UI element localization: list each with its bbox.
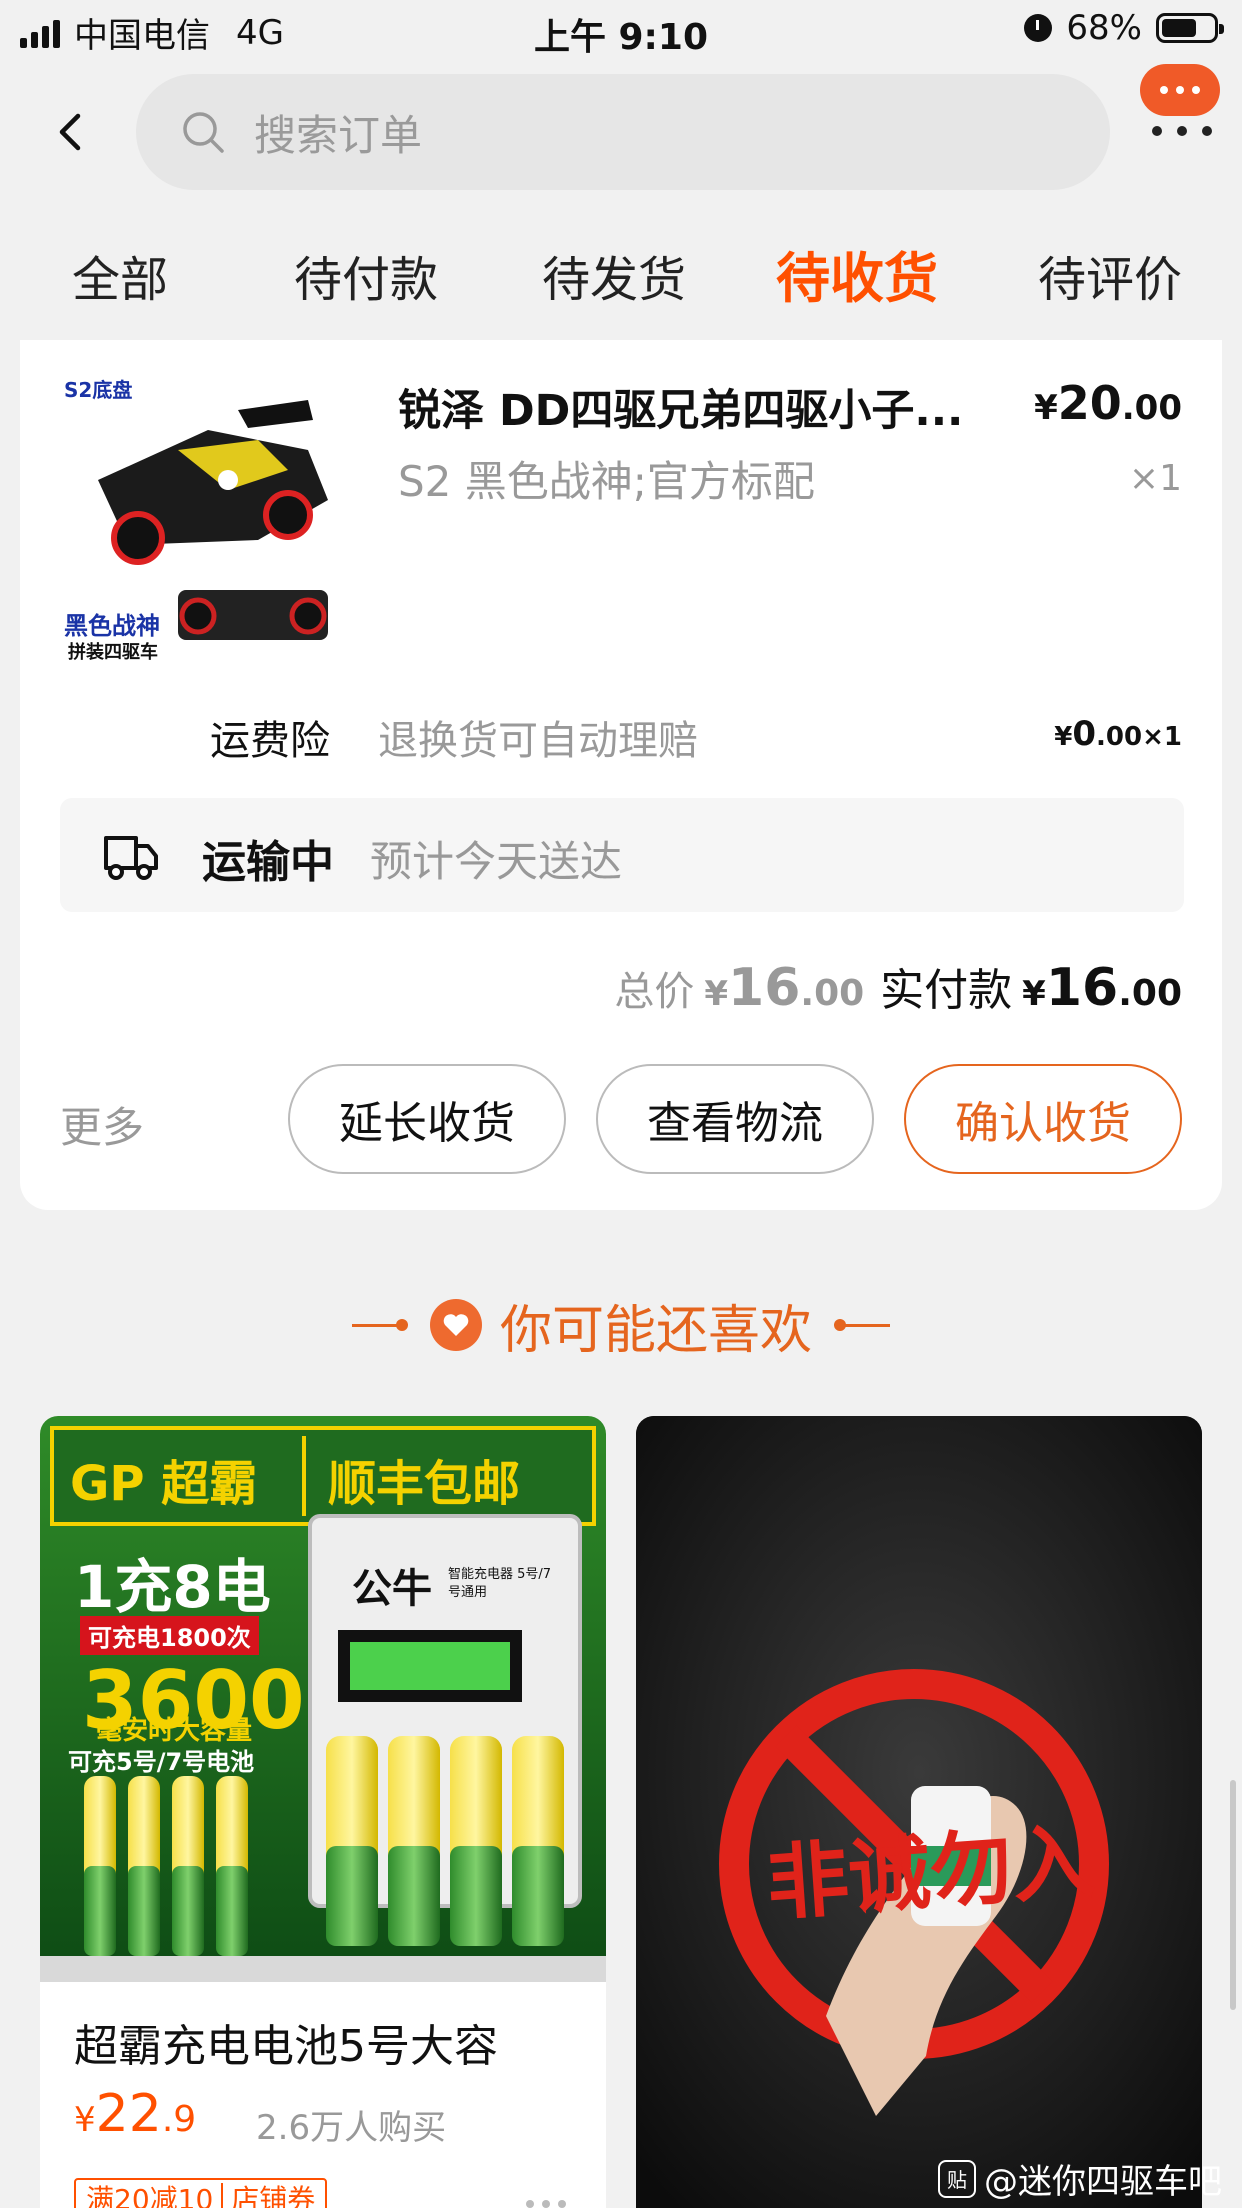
product-sku: S2 黑色战神;官方标配 <box>398 457 815 506</box>
more-menu-button[interactable] <box>1140 64 1224 144</box>
more-actions-link[interactable]: 更多 <box>60 1094 144 1155</box>
divider-right <box>834 1318 890 1331</box>
image-line-1: 1充8电 <box>74 1553 271 1621</box>
more-dots-icon <box>1152 126 1212 136</box>
divider-left <box>351 1318 408 1331</box>
image-brand: GP 超霸 <box>70 1456 258 1512</box>
total-value: ¥16.00 <box>704 958 865 1018</box>
tab-all[interactable]: 全部 <box>72 240 168 310</box>
image-line-5: 可充5号/7号电池 <box>68 1748 255 1776</box>
coupon-badge: 满20减10 店铺券 <box>74 2178 328 2208</box>
logistics-bar[interactable]: 运输中 预计今天送达 <box>60 798 1184 912</box>
status-bar: 中国电信 4G 上午 9:10 68% <box>0 0 1242 60</box>
logistics-eta: 预计今天送达 <box>370 837 623 886</box>
image-shipping: 顺丰包邮 <box>328 1456 521 1512</box>
tab-pending-receipt[interactable]: 待收货 <box>776 234 938 313</box>
thumb-caption-sub: 拼装四驱车 <box>68 642 158 663</box>
search-placeholder: 搜索订单 <box>254 110 423 160</box>
tab-pending-review[interactable]: 待评价 <box>1038 240 1182 310</box>
insurance-price: ¥0.00×1 <box>1054 714 1182 754</box>
search-icon <box>183 112 224 153</box>
image-line-2: 可充电1800次 <box>80 1616 259 1655</box>
more-dots-icon[interactable] <box>526 2200 566 2208</box>
order-total: 总价 ¥16.00 实付款 ¥16.00 <box>614 954 1182 1018</box>
recommend-header: 你可能还喜欢 <box>0 1290 1242 1361</box>
battery-percent: 68% <box>1066 8 1142 48</box>
tieba-logo-icon: 贴 <box>938 2159 976 2198</box>
alarm-icon <box>1024 14 1053 42</box>
truck-icon <box>104 836 158 880</box>
product-price: ¥22.9 <box>74 2084 197 2144</box>
paid-label: 实付款 <box>880 965 1013 1016</box>
thumb-caption-title: 黑色战神 <box>64 612 160 640</box>
image-charger-sub: 智能充电器 5号/7号通用 <box>448 1567 552 1600</box>
thumb-badge: S2底盘 <box>64 378 133 402</box>
product-name: 超霸充电电池5号大容 <box>74 2021 498 2072</box>
scrollbar[interactable] <box>1230 1780 1236 2010</box>
product-title[interactable]: 锐泽 DD四驱兄弟四驱小子... <box>398 376 998 438</box>
sold-count: 2.6万人购买 <box>256 2108 447 2148</box>
product-image: 非诚勿入 <box>636 1416 1202 2208</box>
recommend-item[interactable]: 非诚勿入 <box>636 1416 1202 2208</box>
paid-value: ¥16.00 <box>1022 958 1182 1018</box>
tab-pending-shipment[interactable]: 待发货 <box>542 240 686 310</box>
message-bubble-icon <box>1140 64 1220 116</box>
chevron-left-icon <box>59 113 81 151</box>
insurance-label: 运费险 <box>210 718 330 764</box>
battery-icon <box>1156 13 1224 43</box>
product-qty: ×1 <box>1128 458 1182 499</box>
confirm-receipt-button[interactable]: 确认收货 <box>904 1064 1182 1174</box>
tab-pending-payment[interactable]: 待付款 <box>294 240 438 310</box>
image-text: 非诚勿入 <box>763 1814 1098 1933</box>
product-price: ¥20.00 <box>1034 376 1182 430</box>
extend-receipt-button[interactable]: 延长收货 <box>288 1064 566 1174</box>
order-card: S2底盘 黑色战神 拼装四驱车 锐泽 DD四驱兄弟四驱小子... S2 黑色战神… <box>20 340 1222 1210</box>
watermark: 贴 @迷你四驱车吧 <box>938 2154 1222 2203</box>
recommend-title: 你可能还喜欢 <box>499 1300 812 1361</box>
view-logistics-button[interactable]: 查看物流 <box>596 1064 874 1174</box>
back-button[interactable] <box>52 112 92 152</box>
product-image: GP 超霸 顺丰包邮 1充8电 可充电1800次 3600 毫安时大容量 可充5… <box>40 1416 606 1982</box>
logistics-status: 运输中 <box>202 837 334 888</box>
order-tabs: 全部 待付款 待发货 待收货 待评价 <box>0 240 1242 330</box>
product-image[interactable]: S2底盘 黑色战神 拼装四驱车 <box>58 370 356 668</box>
image-charger-brand: 公牛 <box>352 1566 432 1612</box>
recommend-item[interactable]: GP 超霸 顺丰包邮 1充8电 可充电1800次 3600 毫安时大容量 可充5… <box>40 1416 606 2208</box>
total-label: 总价 <box>614 969 695 1015</box>
insurance-desc: 退换货可自动理赔 <box>378 718 698 764</box>
heart-icon <box>429 1299 482 1351</box>
search-input[interactable]: 搜索订单 <box>136 74 1110 190</box>
